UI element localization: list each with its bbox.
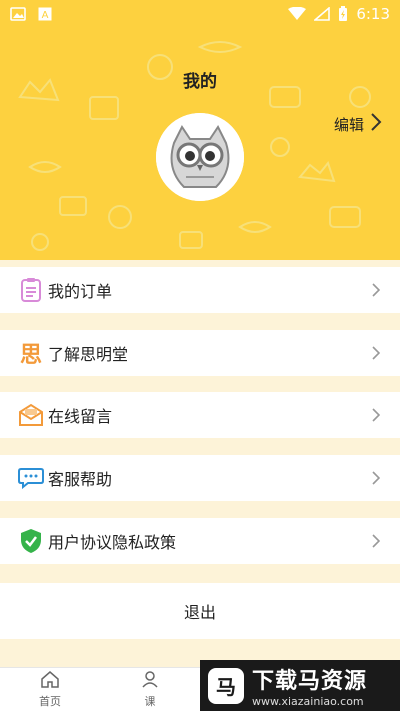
edit-label: 编辑 <box>333 115 364 134</box>
order-list-icon <box>18 277 44 303</box>
chevron-right-icon <box>370 112 382 136</box>
menu-item-label: 客服帮助 <box>48 470 113 489</box>
chevron-right-icon <box>372 407 381 426</box>
menu-item-label: 我的订单 <box>48 282 113 301</box>
status-time: 6:13 <box>356 4 390 23</box>
owl-avatar-icon <box>156 113 244 201</box>
chevron-right-icon <box>372 282 381 301</box>
watermark-badge: 马 下载马资源 www.xiazainiao.com <box>200 660 400 711</box>
status-bar: A 6:13 <box>0 0 400 27</box>
logout-button[interactable]: 退出 <box>0 583 400 639</box>
menu-item-label: 了解思明堂 <box>48 345 129 364</box>
envelope-icon <box>18 402 44 428</box>
chevron-right-icon <box>372 345 381 364</box>
menu-item-orders[interactable]: 我的订单 <box>0 267 400 313</box>
si-character-icon: 思 <box>19 343 42 368</box>
battery-icon <box>338 5 348 22</box>
chevron-right-icon <box>372 533 381 552</box>
profile-header: 我的 编辑 <box>0 27 400 260</box>
page-title: 我的 <box>183 72 217 92</box>
avatar[interactable] <box>156 113 244 201</box>
menu-item-about[interactable]: 思 了解思明堂 <box>0 330 400 376</box>
menu-item-label: 用户协议隐私政策 <box>48 533 177 552</box>
watermark-logo: 马 <box>208 667 244 704</box>
chat-bubble-icon <box>18 465 44 491</box>
tab-course[interactable]: 课 <box>100 668 200 711</box>
edit-profile-link[interactable]: 编辑 <box>334 112 382 136</box>
menu-item-agreement[interactable]: 用户协议隐私政策 <box>0 518 400 564</box>
tab-label: 课 <box>144 695 156 708</box>
shield-check-icon <box>18 528 44 554</box>
person-icon <box>141 670 159 691</box>
svg-text:A: A <box>42 10 49 21</box>
menu-item-message[interactable]: 在线留言 <box>0 392 400 438</box>
menu-item-label: 在线留言 <box>48 407 113 426</box>
chevron-right-icon <box>372 470 381 489</box>
home-icon <box>40 670 60 691</box>
tab-home[interactable]: 首页 <box>0 668 100 711</box>
wifi-icon <box>288 6 307 21</box>
menu-item-help[interactable]: 客服帮助 <box>0 455 400 501</box>
tab-label: 首页 <box>39 695 61 708</box>
signal-icon <box>314 6 331 21</box>
a-icon: A <box>38 7 52 21</box>
watermark-url: www.xiazainiao.com <box>252 695 364 708</box>
watermark-title: 下载马资源 <box>252 669 368 694</box>
image-icon <box>10 6 26 21</box>
